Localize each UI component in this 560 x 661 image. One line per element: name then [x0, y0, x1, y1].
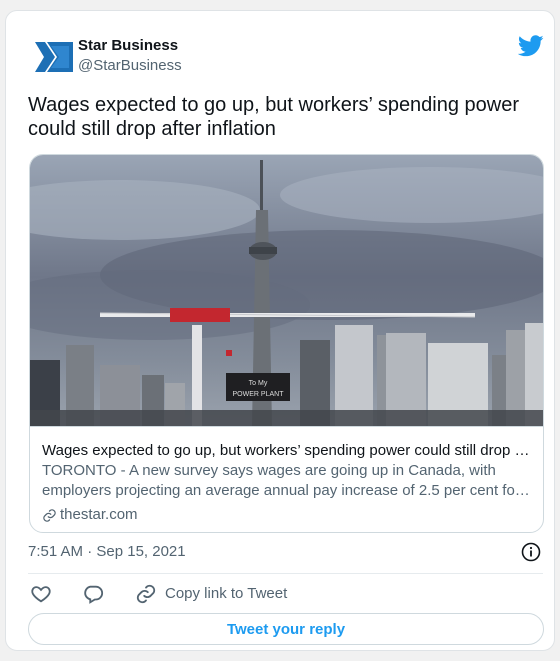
copy-link-icon	[136, 584, 156, 604]
tweet-reply-button[interactable]: Tweet your reply	[28, 613, 544, 645]
tweet-card: Star Business @StarBusiness Wages expect…	[5, 10, 555, 651]
divider	[28, 573, 543, 574]
star-business-logo-icon[interactable]	[31, 34, 77, 80]
heart-icon[interactable]	[30, 583, 52, 605]
copy-link-button[interactable]: Copy link to Tweet	[135, 583, 287, 605]
tweet-text: Wages expected to go up, but workers’ sp…	[28, 94, 520, 140]
link-preview-title[interactable]: Wages expected to go up, but workers’ sp…	[42, 441, 537, 461]
domain-text: thestar.com	[60, 506, 138, 523]
copy-link-label: Copy link to Tweet	[165, 585, 288, 602]
action-bar: Copy link to Tweet	[28, 583, 287, 605]
sign-line-2: POWER PLANT	[233, 391, 285, 398]
article-image[interactable]: To My POWER PLANT	[30, 155, 544, 426]
author-block[interactable]: Star Business @StarBusiness	[78, 36, 182, 76]
link-preview-description: TORONTO - A new survey says wages are go…	[42, 462, 520, 499]
sign-line-1: To My	[249, 380, 268, 387]
reply-icon[interactable]	[82, 583, 104, 605]
twitter-bird-icon[interactable]	[518, 35, 544, 57]
link-preview-info[interactable]: Wages expected to go up, but workers’ sp…	[30, 426, 543, 523]
author-name[interactable]: Star Business	[78, 36, 182, 56]
author-handle[interactable]: @StarBusiness	[78, 56, 182, 76]
link-preview-card[interactable]: To My POWER PLANT Wages expected to go u…	[29, 154, 544, 533]
info-icon[interactable]	[521, 542, 541, 562]
tweet-timestamp[interactable]: 7:51 AM · Sep 15, 2021	[28, 542, 186, 562]
link-icon	[43, 508, 56, 522]
link-preview-domain[interactable]: thestar.com	[42, 505, 138, 525]
